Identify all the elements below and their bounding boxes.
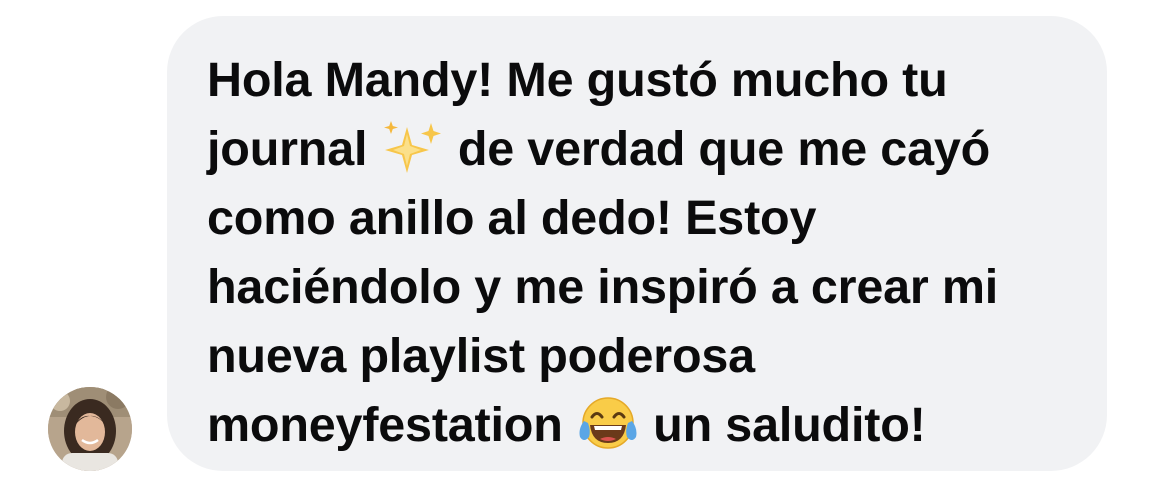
chat-view: Hola Mandy! Me gustó mucho tu journal de… (0, 0, 1155, 497)
message-text-segment: un saludito! (639, 398, 926, 452)
message-line: como anillo al dedo! Estoy (207, 191, 817, 245)
message-line: Hola Mandy! Me gustó mucho tu (207, 53, 948, 107)
message-line: nueva playlist poderosa (207, 329, 755, 383)
message-text-segment: moneyfestation (207, 398, 576, 452)
message-line: haciéndolo y me inspiró a crear mi (207, 260, 999, 314)
tears-of-joy-emoji (576, 395, 640, 451)
message-bubble[interactable]: Hola Mandy! Me gustó mucho tu journal de… (167, 16, 1107, 471)
message-text: Hola Mandy! Me gustó mucho tu journal de… (207, 46, 1087, 460)
message-text-segment: journal (207, 122, 381, 176)
avatar-photo (48, 387, 132, 471)
message-line: moneyfestation un saludito! (207, 391, 1087, 460)
message-text-segment: de verdad que me cayó (444, 122, 991, 176)
sparkles-emoji (381, 119, 445, 175)
sender-avatar[interactable] (48, 387, 132, 471)
message-line: journal de verdad que me cayó (207, 115, 1087, 184)
